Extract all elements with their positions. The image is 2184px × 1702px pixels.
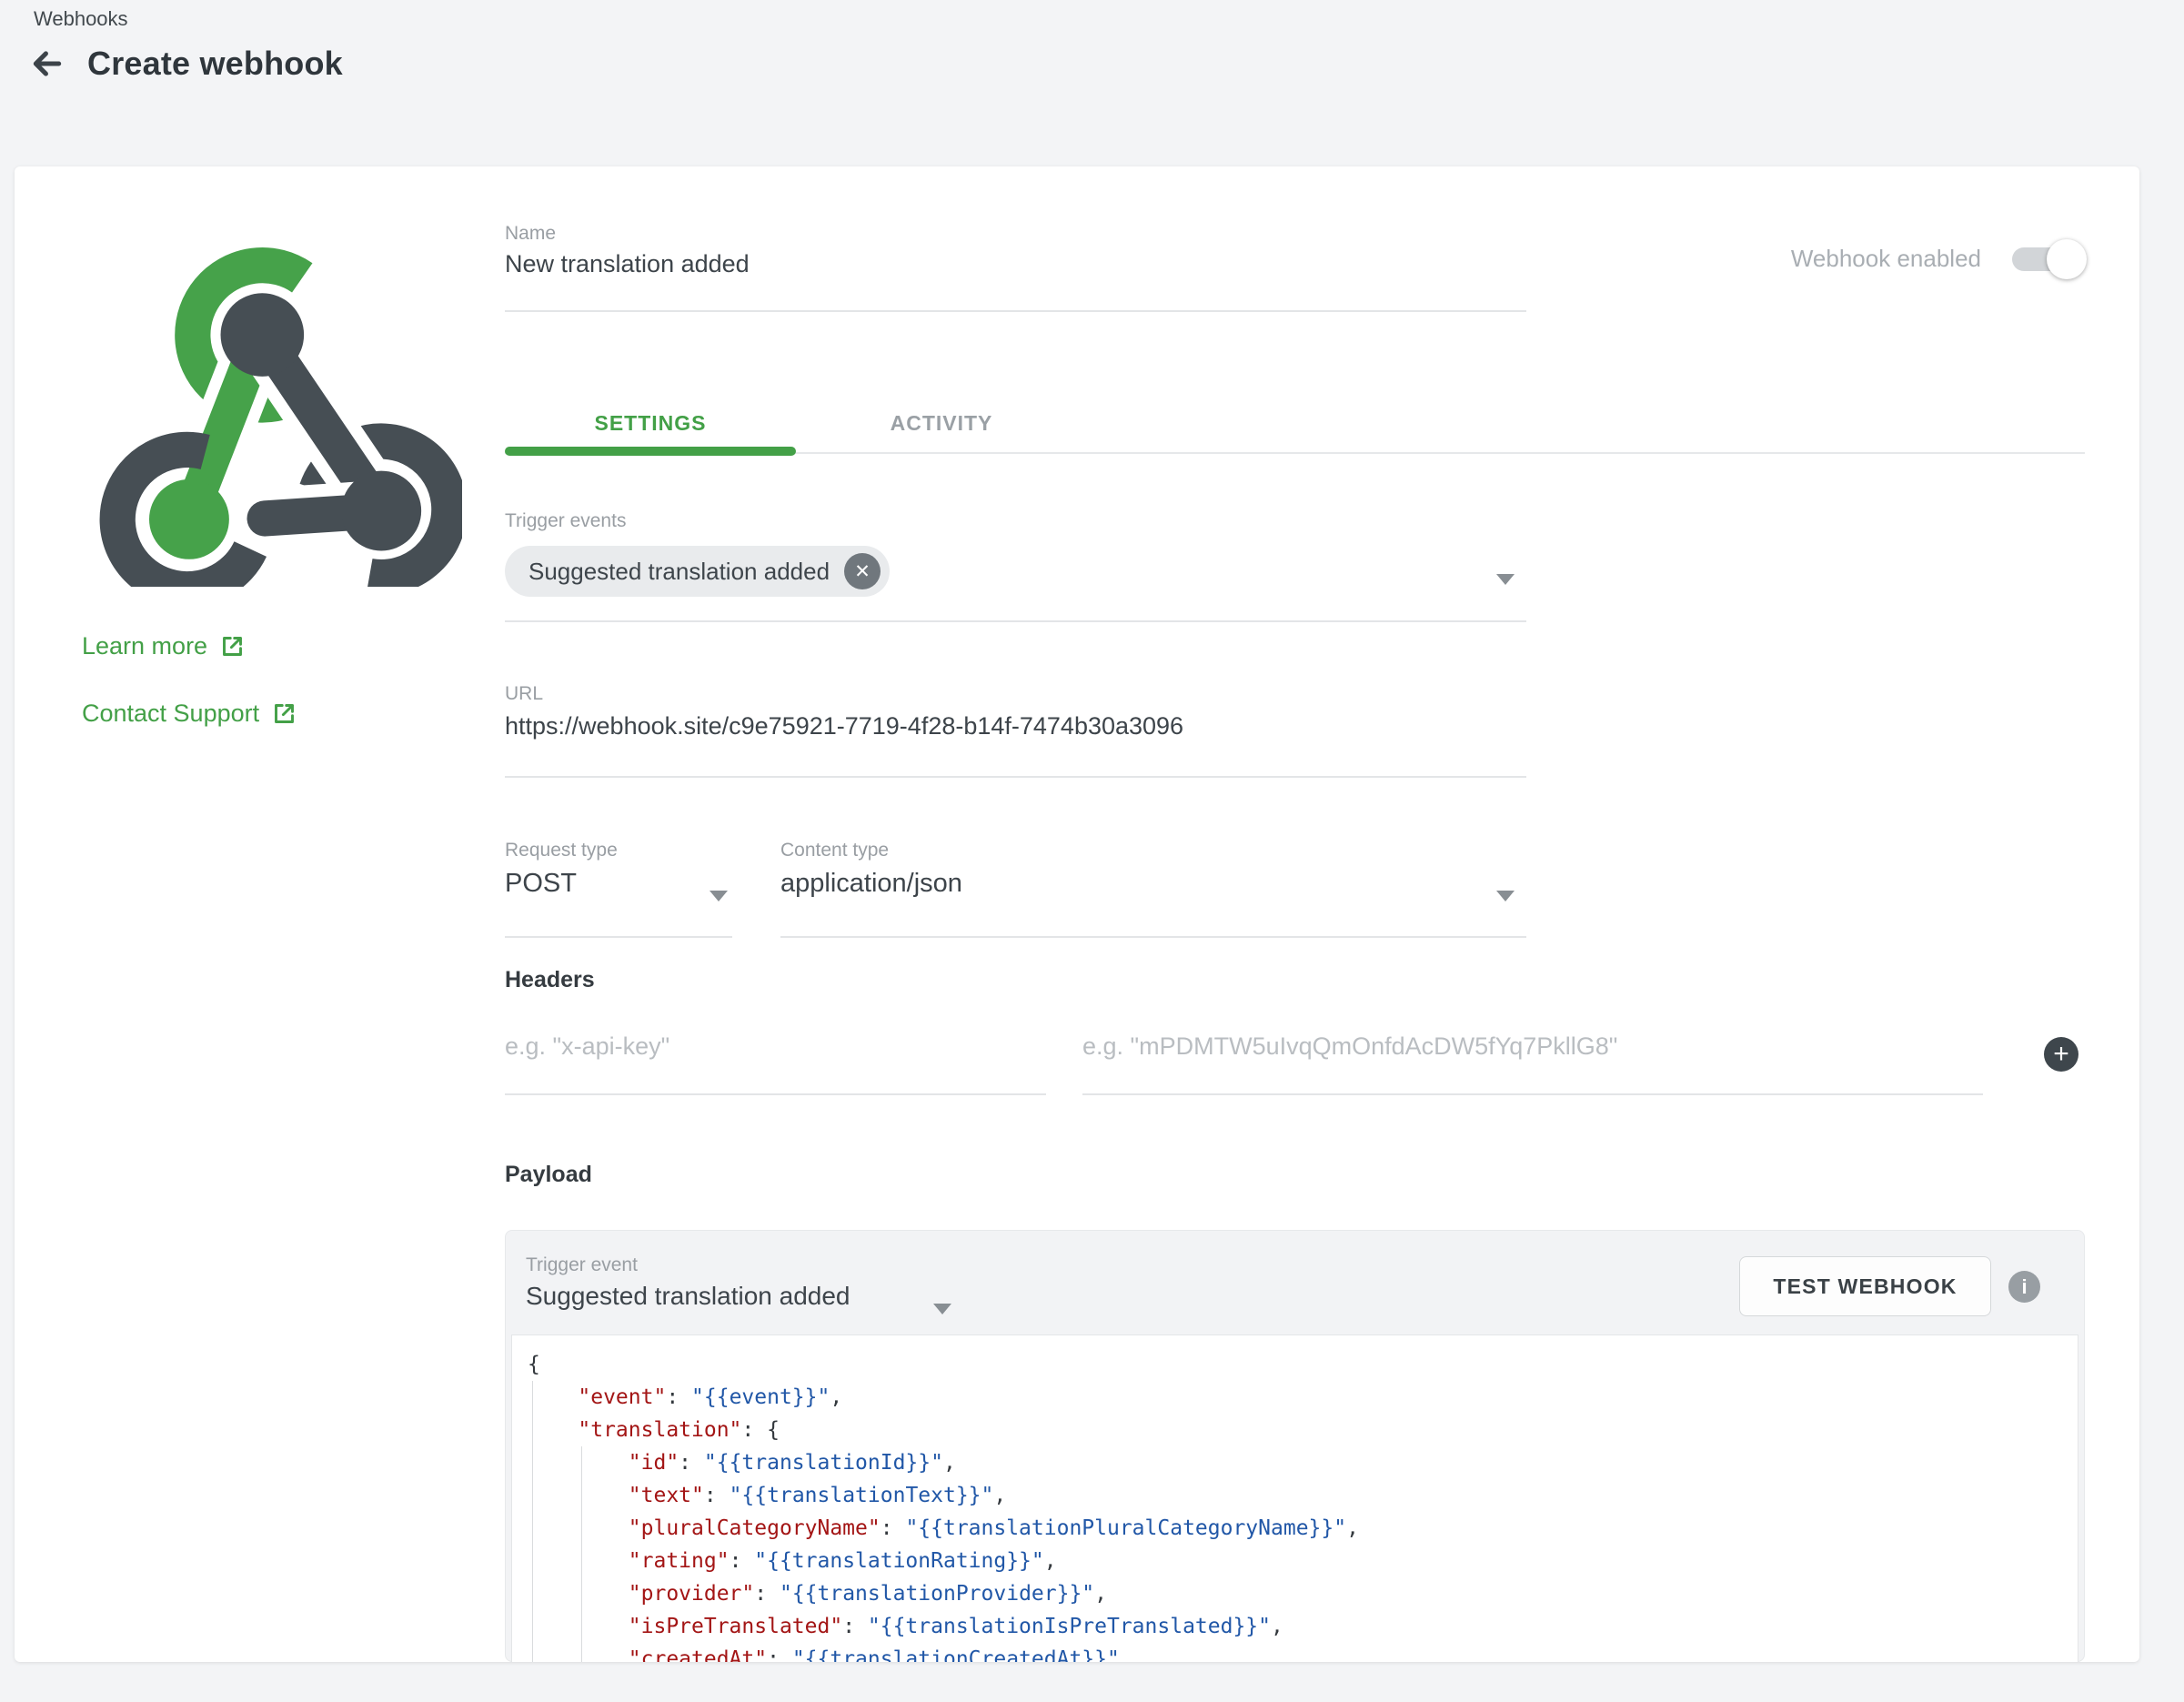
titlebar: Create webhook [27,44,343,84]
payload-trigger-event-caret-icon[interactable] [933,1304,951,1314]
payload-trigger-event-label: Trigger event [526,1254,638,1276]
content-type-select[interactable]: application/json [780,869,962,899]
page-title: Create webhook [87,45,343,83]
url-label: URL [505,683,543,705]
learn-more-label: Learn more [82,632,207,660]
contact-support-label: Contact Support [82,700,259,728]
header-value-input[interactable] [1082,1032,1978,1061]
payload-title: Payload [505,1162,592,1188]
request-type-select[interactable]: POST [505,869,577,899]
payload-code-block[interactable]: { "event": "{{event}}", "translation": {… [511,1334,2078,1662]
content-type-label: Content type [780,840,889,861]
tab-settings[interactable]: SETTINGS [505,396,796,450]
url-input[interactable] [505,712,1524,740]
request-type-label: Request type [505,840,618,861]
chip-label: Suggested translation added [528,558,830,586]
contact-support-link[interactable]: Contact Support [82,700,297,728]
add-header-button[interactable]: + [2044,1037,2078,1072]
learn-more-link[interactable]: Learn more [82,632,245,660]
tab-activity[interactable]: ACTIVITY [796,396,1087,450]
request-type-underline [505,936,732,938]
content-type-underline [780,936,1526,938]
payload-panel: Trigger event Suggested translation adde… [505,1230,2085,1662]
info-icon[interactable]: i [2008,1271,2040,1303]
tab-bar: SETTINGS ACTIVITY [505,396,2085,456]
test-webhook-button[interactable]: TEST WEBHOOK [1739,1256,1991,1316]
headers-title: Headers [505,967,595,993]
trigger-events-caret-icon[interactable] [1496,574,1515,585]
trigger-event-chip: Suggested translation added ✕ [505,546,890,597]
breadcrumb: Webhooks [34,7,128,31]
payload-trigger-event-select[interactable]: Suggested translation added [526,1282,850,1311]
external-link-icon [272,701,297,726]
url-underline [505,776,1526,778]
chip-remove-icon[interactable]: ✕ [844,553,881,589]
header-value-underline [1082,1093,1983,1095]
back-arrow-icon[interactable] [27,44,67,84]
webhook-enabled-row: Webhook enabled [1791,245,2083,273]
webhook-logo [71,214,462,587]
trigger-events-underline [505,620,1526,622]
webhook-enabled-label: Webhook enabled [1791,245,1981,273]
name-label: Name [505,223,556,245]
webhook-enabled-toggle[interactable] [2012,247,2083,271]
external-link-icon [220,634,245,659]
name-underline [505,310,1526,312]
header-key-input[interactable] [505,1032,1042,1061]
trigger-events-label: Trigger events [505,510,626,532]
active-tab-indicator [505,447,796,456]
webhook-card: Learn more Contact Support Name Webhook … [15,166,2139,1662]
name-input[interactable] [505,250,1524,278]
toggle-knob [2047,239,2087,279]
request-type-caret-icon[interactable] [710,891,728,901]
header-key-underline [505,1093,1046,1095]
create-webhook-page: Webhooks Create webhook [0,0,2184,1702]
content-type-caret-icon[interactable] [1496,891,1515,901]
payload-code: { "event": "{{event}}", "translation": {… [512,1335,2078,1662]
